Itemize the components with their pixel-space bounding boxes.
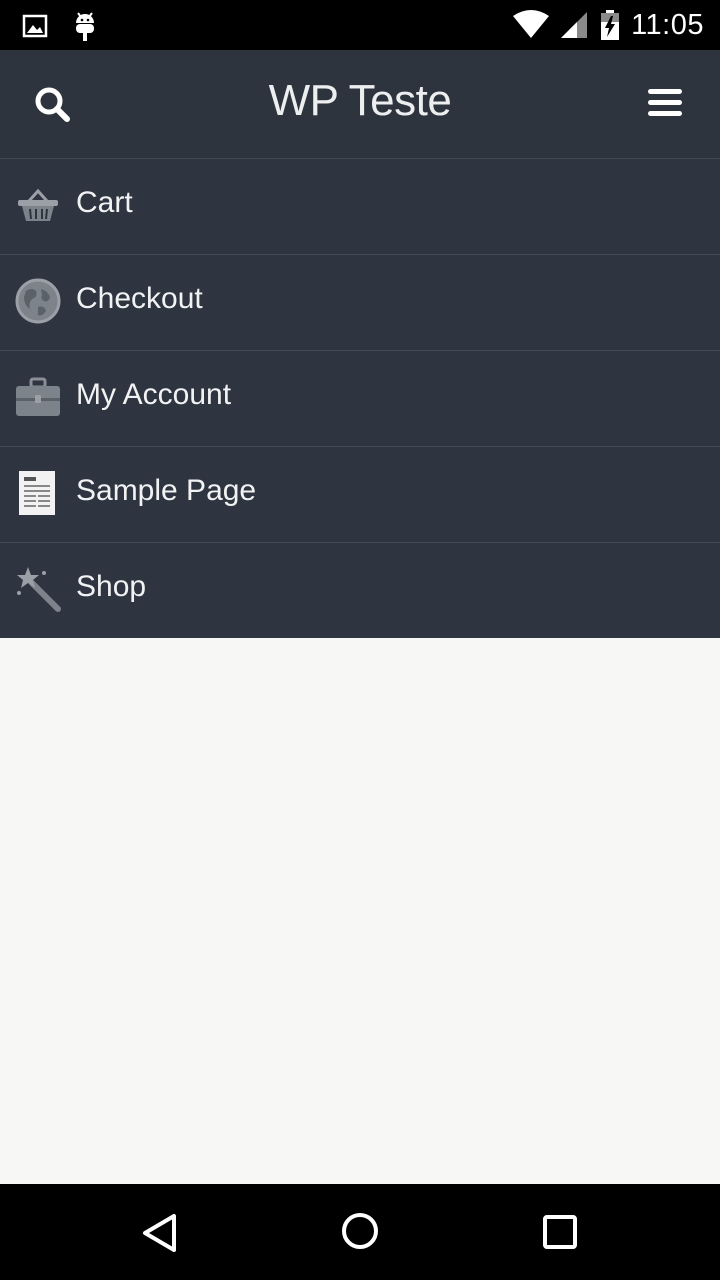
menu-item-my-account[interactable]: My Account xyxy=(0,351,720,447)
globe-icon xyxy=(15,278,61,324)
status-clock: 11:05 xyxy=(631,8,704,41)
navigation-menu: Cart Checkout My Account Sample Page Sho… xyxy=(0,159,720,638)
magic-wand-icon xyxy=(17,567,61,612)
menu-item-label: Checkout xyxy=(76,282,203,315)
back-icon xyxy=(143,1214,176,1252)
page-content xyxy=(0,638,720,1184)
menu-item-label: Cart xyxy=(76,186,133,219)
status-bar-system: 11:05 xyxy=(513,0,704,50)
menu-toggle-button[interactable] xyxy=(646,87,684,119)
status-bar-notifications xyxy=(22,9,98,43)
home-button[interactable] xyxy=(339,1210,381,1252)
recents-icon xyxy=(543,1215,577,1249)
briefcase-icon xyxy=(16,377,60,416)
cell-signal-icon xyxy=(561,12,588,38)
menu-item-checkout[interactable]: Checkout xyxy=(0,255,720,351)
back-button[interactable] xyxy=(140,1212,182,1254)
status-bar: 11:05 xyxy=(0,0,720,50)
menu-item-sample-page[interactable]: Sample Page xyxy=(0,447,720,543)
hamburger-menu-icon xyxy=(648,89,682,116)
wifi-icon xyxy=(513,10,550,38)
app-header: WP Teste xyxy=(0,50,720,159)
menu-item-cart[interactable]: Cart xyxy=(0,159,720,255)
menu-item-label: Shop xyxy=(76,570,147,603)
basket-icon xyxy=(18,188,58,221)
android-debug-icon xyxy=(76,12,94,41)
battery-charging-icon xyxy=(601,10,620,40)
image-notification-icon xyxy=(22,14,48,38)
home-icon xyxy=(342,1213,378,1249)
menu-item-label: My Account xyxy=(76,378,232,411)
recents-button[interactable] xyxy=(540,1212,580,1252)
menu-item-shop[interactable]: Shop xyxy=(0,543,720,639)
menu-item-label: Sample Page xyxy=(76,474,257,507)
site-title[interactable]: WP Teste xyxy=(0,76,720,126)
document-icon xyxy=(19,471,55,515)
